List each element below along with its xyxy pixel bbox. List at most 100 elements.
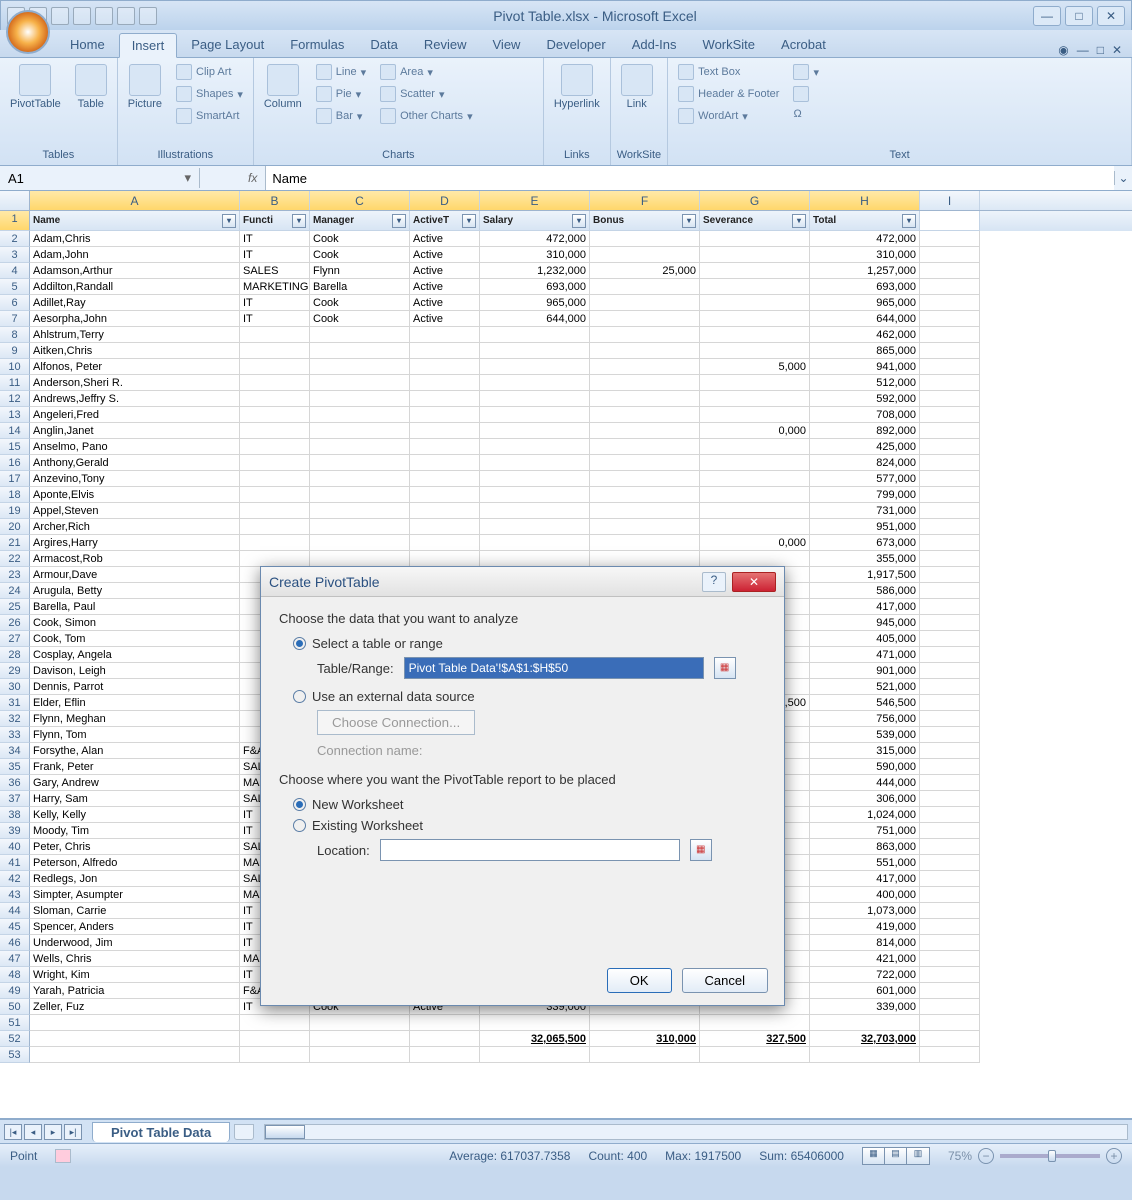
cell[interactable]: [920, 727, 980, 743]
last-sheet-button[interactable]: ▸|: [64, 1124, 82, 1140]
cell[interactable]: [920, 407, 980, 423]
pie-chart-button[interactable]: Pie ▾: [312, 84, 370, 104]
formula-input[interactable]: Name: [265, 166, 1114, 190]
cell[interactable]: Spencer, Anders: [30, 919, 240, 935]
cell[interactable]: [310, 487, 410, 503]
cell[interactable]: Forsythe, Alan: [30, 743, 240, 759]
row-header[interactable]: 32: [0, 711, 30, 727]
cell[interactable]: Adillet,Ray: [30, 295, 240, 311]
select-all-corner[interactable]: [0, 191, 30, 210]
spreadsheet-grid[interactable]: ABCDEFGHI 1Name▾Functi▾Manager▾ActiveT▾S…: [0, 191, 1132, 1119]
row-header[interactable]: 33: [0, 727, 30, 743]
cell[interactable]: [590, 407, 700, 423]
cell[interactable]: Aitken,Chris: [30, 343, 240, 359]
cell[interactable]: 521,000: [810, 679, 920, 695]
cell[interactable]: [920, 871, 980, 887]
row-header[interactable]: 48: [0, 967, 30, 983]
cell[interactable]: [920, 823, 980, 839]
cell[interactable]: 405,000: [810, 631, 920, 647]
cell[interactable]: Adamson,Arthur: [30, 263, 240, 279]
dialog-help-button[interactable]: ?: [702, 572, 726, 592]
ribbon-tab-acrobat[interactable]: Acrobat: [769, 33, 838, 57]
cell[interactable]: 421,000: [810, 951, 920, 967]
cell[interactable]: 327,500: [700, 1031, 810, 1047]
cell[interactable]: Barella, Paul: [30, 599, 240, 615]
cell[interactable]: 425,000: [810, 439, 920, 455]
filter-dropdown-icon[interactable]: ▾: [902, 214, 916, 228]
cell[interactable]: [590, 375, 700, 391]
row-header[interactable]: 52: [0, 1031, 30, 1047]
cell[interactable]: 306,000: [810, 791, 920, 807]
symbol-button[interactable]: Ω: [789, 106, 823, 122]
view-buttons[interactable]: ▦ ▤ ▥: [862, 1147, 930, 1165]
cell[interactable]: [240, 423, 310, 439]
cell[interactable]: 1,073,000: [810, 903, 920, 919]
cell[interactable]: Simpter, Asumpter: [30, 887, 240, 903]
cell[interactable]: [480, 343, 590, 359]
signature-icon[interactable]: ▾: [789, 62, 823, 82]
cell[interactable]: IT: [240, 295, 310, 311]
cell[interactable]: Sloman, Carrie: [30, 903, 240, 919]
cell[interactable]: [920, 567, 980, 583]
cell[interactable]: 756,000: [810, 711, 920, 727]
filter-dropdown-icon[interactable]: ▾: [222, 214, 236, 228]
cell[interactable]: [410, 391, 480, 407]
col-header-C[interactable]: C: [310, 191, 410, 210]
ribbon-close-icon[interactable]: ✕: [1112, 43, 1122, 57]
filter-header-salary[interactable]: Salary▾: [480, 211, 590, 231]
cell[interactable]: [410, 343, 480, 359]
cell[interactable]: [480, 503, 590, 519]
row-header[interactable]: 26: [0, 615, 30, 631]
cell[interactable]: 32,703,000: [810, 1031, 920, 1047]
zoom-in-button[interactable]: +: [1106, 1148, 1122, 1164]
row-header[interactable]: 23: [0, 567, 30, 583]
cell[interactable]: [920, 279, 980, 295]
cell[interactable]: [240, 455, 310, 471]
cell[interactable]: [480, 375, 590, 391]
cell[interactable]: Dennis, Parrot: [30, 679, 240, 695]
cell[interactable]: 310,000: [810, 247, 920, 263]
cell[interactable]: IT: [240, 231, 310, 247]
cell[interactable]: 512,000: [810, 375, 920, 391]
cell[interactable]: [700, 311, 810, 327]
cell[interactable]: [480, 423, 590, 439]
cell[interactable]: 601,000: [810, 983, 920, 999]
cell[interactable]: [920, 791, 980, 807]
cell[interactable]: [480, 359, 590, 375]
row-header[interactable]: 27: [0, 631, 30, 647]
cell[interactable]: 1,257,000: [810, 263, 920, 279]
cell[interactable]: [310, 1047, 410, 1063]
cell[interactable]: [310, 535, 410, 551]
filter-dropdown-icon[interactable]: ▾: [392, 214, 406, 228]
row-header[interactable]: 20: [0, 519, 30, 535]
cell[interactable]: 693,000: [810, 279, 920, 295]
cell[interactable]: [920, 951, 980, 967]
cell[interactable]: 673,000: [810, 535, 920, 551]
cell[interactable]: [920, 295, 980, 311]
cell[interactable]: Active: [410, 311, 480, 327]
cell[interactable]: [410, 1015, 480, 1031]
cell[interactable]: [310, 471, 410, 487]
new-sheet-button[interactable]: [234, 1124, 254, 1140]
cell[interactable]: [920, 1015, 980, 1031]
row-header[interactable]: 45: [0, 919, 30, 935]
cell[interactable]: [700, 1047, 810, 1063]
cell[interactable]: Active: [410, 231, 480, 247]
cell[interactable]: 315,000: [810, 743, 920, 759]
cell[interactable]: [920, 327, 980, 343]
ribbon-tab-add-ins[interactable]: Add-Ins: [620, 33, 689, 57]
cell[interactable]: [700, 439, 810, 455]
page-layout-view-icon[interactable]: ▤: [885, 1148, 907, 1164]
cell[interactable]: Active: [410, 295, 480, 311]
cell[interactable]: [240, 327, 310, 343]
cell[interactable]: [810, 1047, 920, 1063]
row-header[interactable]: 37: [0, 791, 30, 807]
ribbon-tab-view[interactable]: View: [481, 33, 533, 57]
cell[interactable]: Adam,Chris: [30, 231, 240, 247]
cell[interactable]: 751,000: [810, 823, 920, 839]
area-chart-button[interactable]: Area ▾: [376, 62, 477, 82]
row-header[interactable]: 31: [0, 695, 30, 711]
cell[interactable]: [920, 967, 980, 983]
cell[interactable]: 590,000: [810, 759, 920, 775]
cell[interactable]: 539,000: [810, 727, 920, 743]
